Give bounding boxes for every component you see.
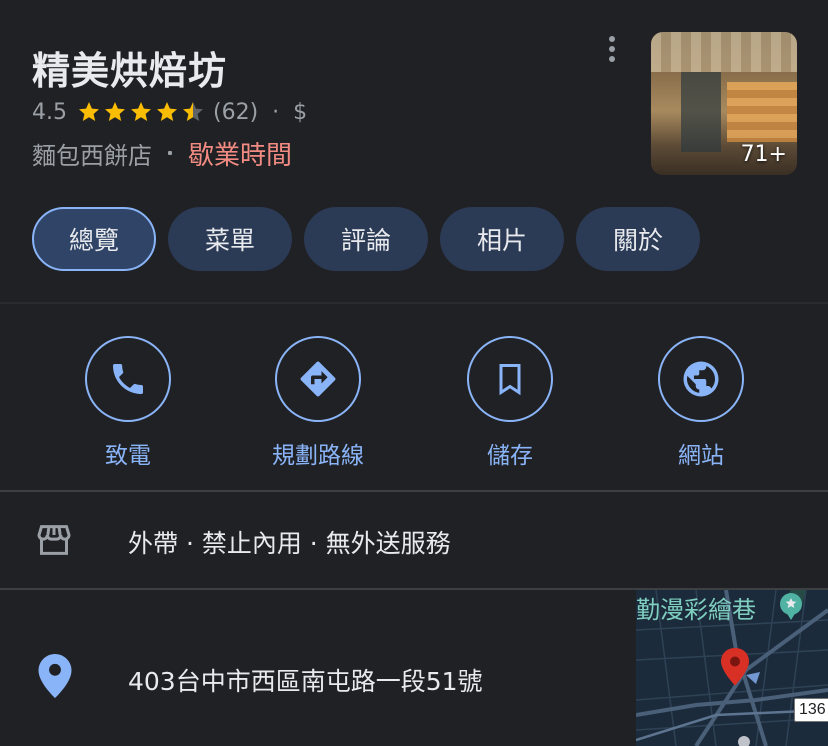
map-thumbnail[interactable]: 勤漫彩繪巷 136 — [636, 590, 828, 746]
rating-value: 4.5 — [32, 99, 67, 125]
call-circle[interactable] — [85, 336, 171, 422]
review-count[interactable]: (62) — [213, 100, 258, 125]
save-circle[interactable] — [467, 336, 553, 422]
tab-menu[interactable]: 菜單 — [168, 207, 292, 271]
directions-label: 規劃路線 — [272, 443, 364, 469]
globe-icon — [683, 361, 719, 397]
tab-bar: 總覽 菜單 評論 相片 關於 — [32, 207, 700, 271]
category-label: 麵包西餅店 — [32, 141, 152, 170]
tab-overview[interactable]: 總覽 — [32, 207, 156, 271]
website-button[interactable]: 網站 — [616, 336, 786, 470]
photo-shelf — [727, 82, 797, 142]
location-pin-icon — [38, 654, 72, 702]
more-options-button[interactable] — [600, 34, 624, 64]
star-rating — [77, 100, 205, 124]
map-route-badge: 136 — [794, 698, 828, 722]
directions-circle[interactable] — [275, 336, 361, 422]
hours-status[interactable]: 歇業時間 — [188, 135, 292, 172]
directions-button[interactable]: 規劃路線 — [233, 336, 403, 470]
place-photo-thumbnail[interactable]: 71+ — [651, 32, 797, 175]
rating-row[interactable]: 4.5 (62) · $ — [32, 96, 307, 128]
place-title: 精美烘焙坊 — [32, 49, 228, 93]
map-poi-label: 勤漫彩繪巷 — [636, 596, 756, 624]
bookmark-icon — [499, 364, 521, 396]
storefront-icon — [34, 520, 74, 564]
action-bar: 致電 規劃路線 儲存 網站 — [0, 336, 828, 469]
service-options-row[interactable]: 外帶 · 禁止內用 · 無外送服務 — [0, 492, 828, 588]
tab-reviews[interactable]: 評論 — [304, 207, 428, 271]
photo-door — [681, 72, 721, 152]
save-label: 儲存 — [487, 443, 533, 469]
stars-icon — [79, 102, 203, 121]
save-button[interactable]: 儲存 — [425, 336, 595, 470]
photo-ceiling — [651, 32, 797, 72]
call-button[interactable]: 致電 — [43, 336, 213, 470]
photo-count: 71+ — [740, 142, 787, 167]
separator: · — [272, 99, 280, 125]
dot-separator — [166, 149, 174, 157]
website-label: 網站 — [678, 443, 724, 469]
address-text: 403台中市西區南屯路一段51號 — [128, 667, 483, 696]
service-options-text: 外帶 · 禁止內用 · 無外送服務 — [128, 529, 451, 558]
call-label: 致電 — [105, 443, 151, 469]
divider — [0, 302, 828, 304]
category-row: 麵包西餅店 歇業時間 — [32, 135, 292, 172]
more-vert-icon — [609, 36, 615, 42]
website-circle[interactable] — [658, 336, 744, 422]
tab-about[interactable]: 關於 — [576, 207, 700, 271]
tab-photos[interactable]: 相片 — [440, 207, 564, 271]
phone-icon — [113, 364, 143, 394]
price-level: $ — [293, 99, 308, 125]
directions-icon — [300, 361, 336, 397]
